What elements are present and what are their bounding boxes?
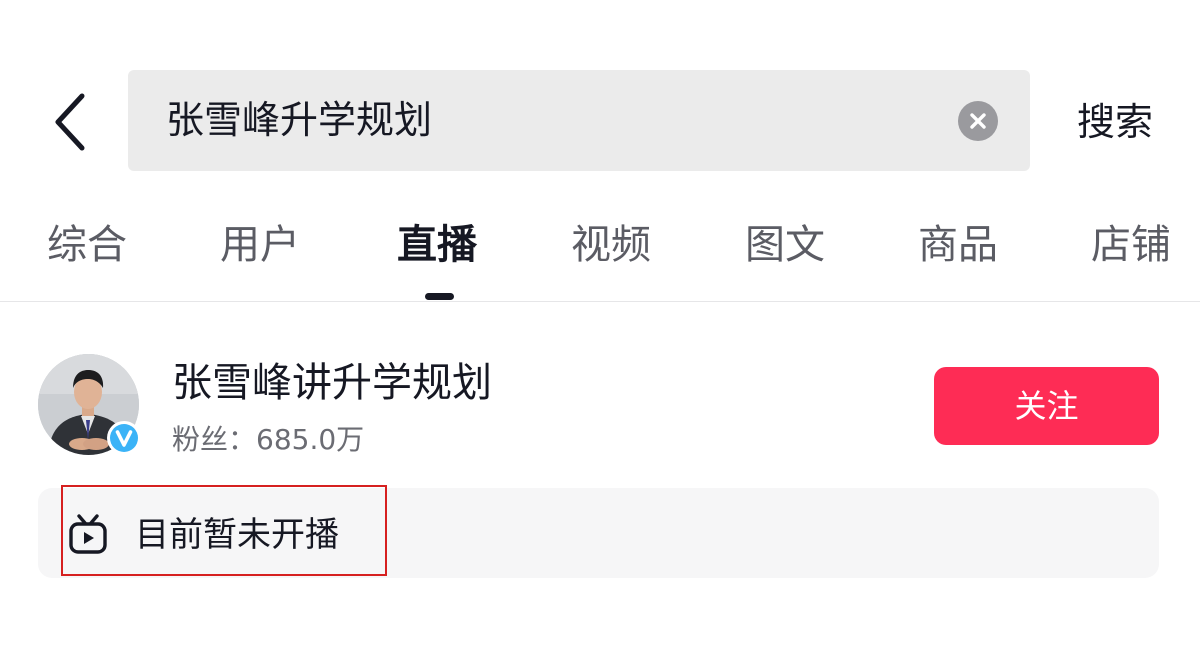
tab-live[interactable]: 直播: [397, 210, 477, 280]
tab-shops[interactable]: 店铺: [1091, 210, 1171, 280]
search-tabs: 综合 用户 直播 视频 图文 商品 店铺: [0, 210, 1200, 280]
back-button[interactable]: [40, 90, 100, 154]
chevron-left-icon: [55, 93, 85, 151]
search-button[interactable]: 搜索: [1060, 90, 1170, 154]
search-box[interactable]: 张雪峰升学规划: [128, 70, 1030, 171]
clear-circle-icon: [970, 113, 986, 129]
highlight-box: [61, 485, 387, 576]
tab-videos[interactable]: 视频: [571, 210, 651, 280]
user-name[interactable]: 张雪峰讲升学规划: [172, 358, 492, 408]
tab-comprehensive[interactable]: 综合: [47, 210, 127, 280]
tab-products[interactable]: 商品: [918, 210, 998, 280]
active-tab-indicator: [425, 293, 454, 300]
verified-v-badge-icon: [106, 420, 142, 456]
clear-search-button[interactable]: [958, 101, 998, 141]
tab-users[interactable]: 用户: [220, 210, 300, 280]
search-input[interactable]: 张雪峰升学规划: [166, 70, 432, 171]
fans-count: 粉丝：685.0万: [172, 423, 365, 456]
tabs-divider: [0, 301, 1200, 302]
follow-button[interactable]: 关注: [934, 367, 1159, 445]
tab-image-text[interactable]: 图文: [745, 210, 825, 280]
